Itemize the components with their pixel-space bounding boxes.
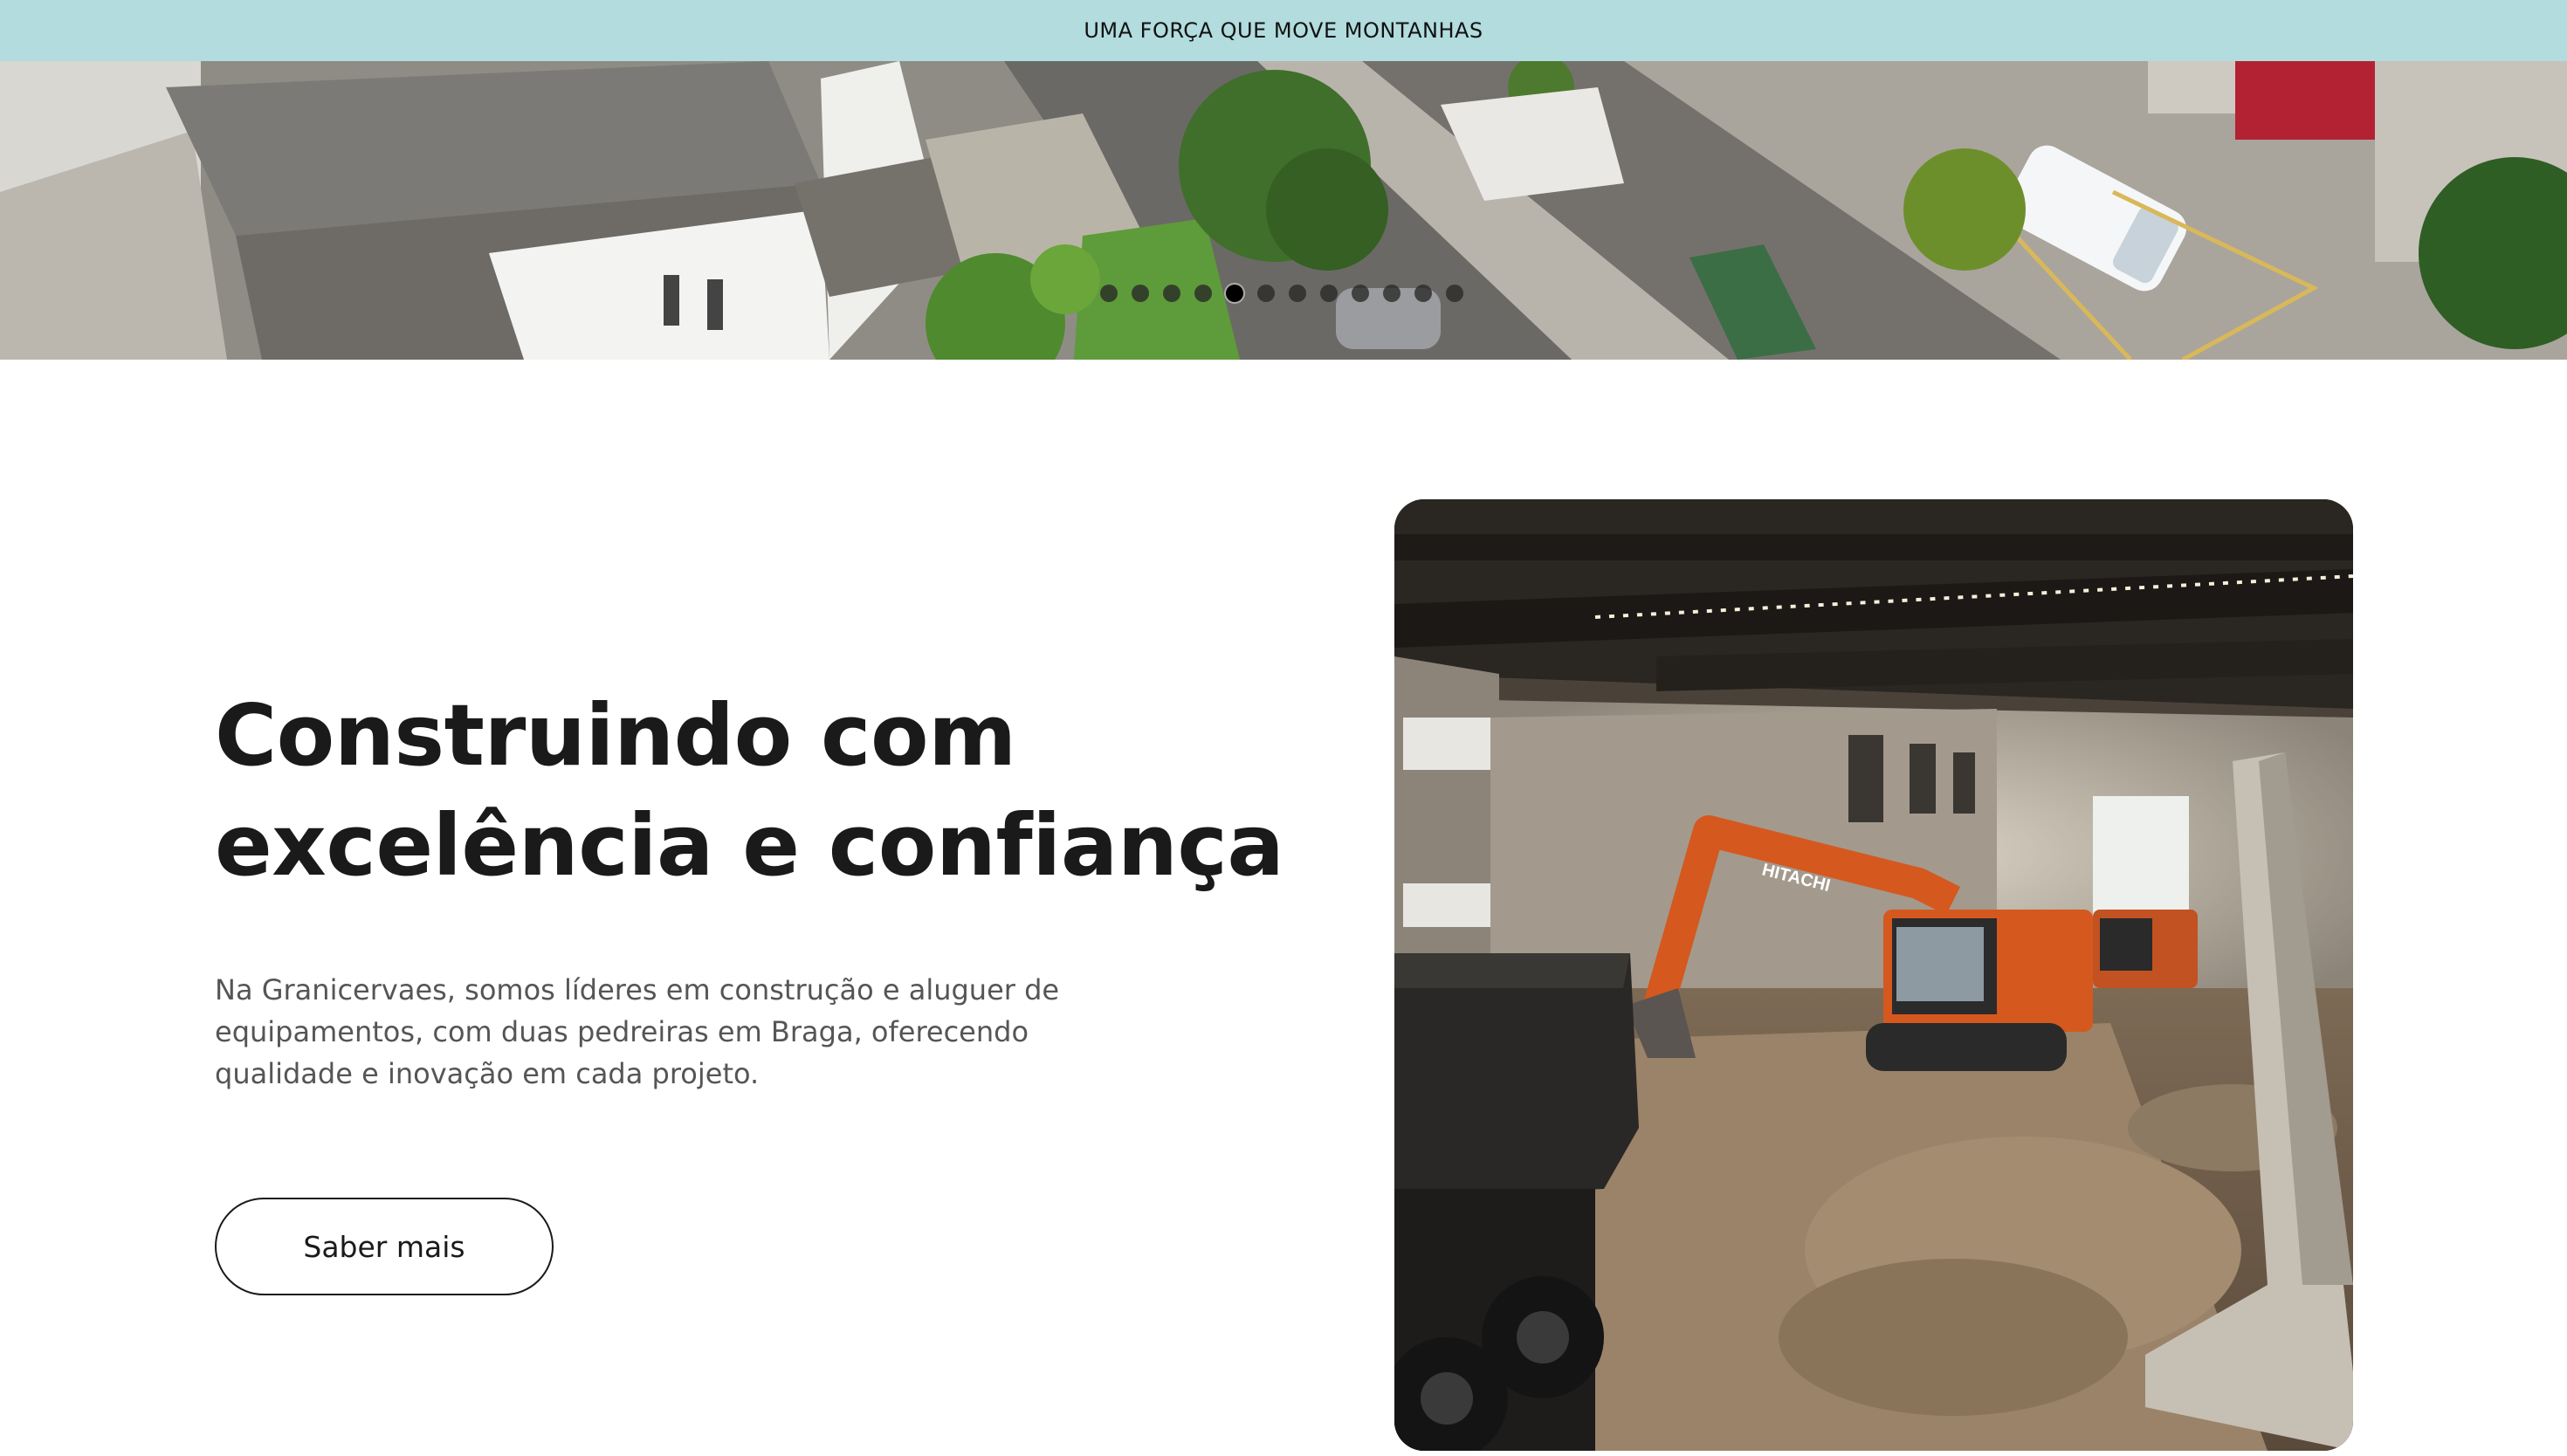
feature-image: HITACHI	[1394, 499, 2353, 1451]
slider-dot[interactable]	[1100, 285, 1118, 302]
slider-dot-active[interactable]	[1226, 285, 1243, 302]
slider-dot[interactable]	[1352, 285, 1369, 302]
hero-slider[interactable]	[0, 61, 2567, 360]
intro-description: Na Granicervaes, somos líderes em constr…	[215, 973, 1060, 1090]
slider-dot[interactable]	[1257, 285, 1275, 302]
headline: Construindo com excelência e confiança	[215, 681, 1284, 901]
slider-dot[interactable]	[1383, 285, 1400, 302]
headline-line-1: Construindo com	[215, 686, 1016, 785]
slider-dot[interactable]	[1132, 285, 1149, 302]
announcement-bar: UMA FORÇA QUE MOVE MONTANHAS	[0, 0, 2567, 61]
slider-dot[interactable]	[1414, 285, 1432, 302]
slider-dot[interactable]	[1289, 285, 1306, 302]
intro-section: Construindo com excelência e confiança	[215, 681, 1284, 901]
slider-dot[interactable]	[1163, 285, 1180, 302]
construction-site-image: HITACHI	[1394, 499, 2353, 1451]
slider-dot[interactable]	[1194, 285, 1212, 302]
slider-dot[interactable]	[1320, 285, 1338, 302]
hero-slide-image	[0, 61, 2567, 360]
headline-line-2: excelência e confiança	[215, 796, 1284, 895]
slider-dot[interactable]	[1446, 285, 1463, 302]
saber-mais-button[interactable]: Saber mais	[215, 1198, 554, 1295]
slider-pagination	[0, 285, 2565, 302]
announcement-text: UMA FORÇA QUE MOVE MONTANHAS	[1084, 18, 1483, 43]
